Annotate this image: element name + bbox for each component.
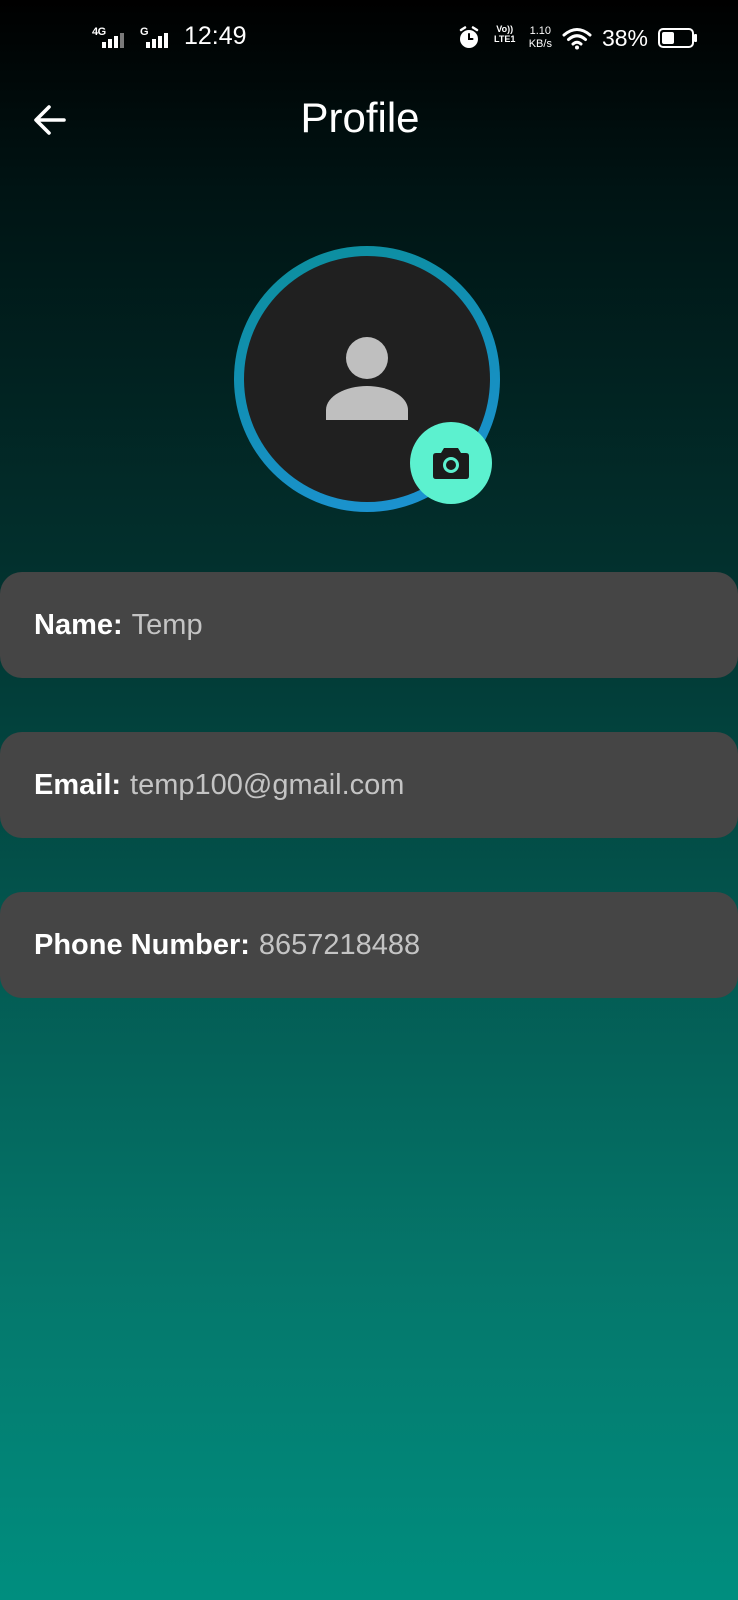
signal-icon: 4G [92, 22, 130, 50]
profile-screen: 4G G 12:49 Vo)) LTE1 1.10 KB/s 38% Profi… [0, 0, 738, 1600]
battery-icon [658, 28, 697, 48]
change-photo-button[interactable] [410, 422, 492, 504]
name-field: Name: Temp [0, 572, 738, 678]
battery-percent: 38% [601, 24, 648, 51]
speed-unit: KB/s [528, 38, 552, 50]
lte-label: LTE1 [494, 34, 516, 44]
signal-icon: G [136, 22, 174, 50]
status-bar-left: 4G G 12:49 [92, 22, 247, 50]
name-value: Temp [131, 608, 203, 641]
status-time: 12:49 [184, 22, 247, 50]
phone-label: Phone Number: [34, 928, 250, 961]
person-icon [326, 337, 408, 420]
volte-label: Vo)) [496, 24, 514, 34]
status-bar-right: Vo)) LTE1 1.10 KB/s 38% [457, 24, 698, 52]
camera-icon [433, 448, 469, 479]
email-field: Email: temp100@gmail.com [0, 732, 738, 838]
network-speed: 1.10 KB/s [529, 25, 552, 51]
alarm-icon [459, 26, 478, 48]
signal-bars [102, 33, 124, 48]
phone-value: 8657218488 [258, 928, 421, 961]
avatar [234, 246, 504, 516]
phone-field: Phone Number: 8657218488 [0, 892, 738, 998]
signal-bars [146, 33, 168, 48]
speed-value: 1.10 [529, 25, 552, 37]
status-bar: 4G G 12:49 Vo)) LTE1 1.10 KB/s 38% [0, 0, 738, 80]
wifi-icon [562, 28, 592, 50]
name-label: Name: [34, 608, 123, 641]
email-value: temp100@gmail.com [130, 768, 405, 801]
email-label: Email: [34, 768, 122, 801]
page-title: Profile [300, 94, 420, 141]
volte-icon: Vo)) LTE1 [491, 24, 519, 52]
app-header: Profile [0, 84, 738, 154]
